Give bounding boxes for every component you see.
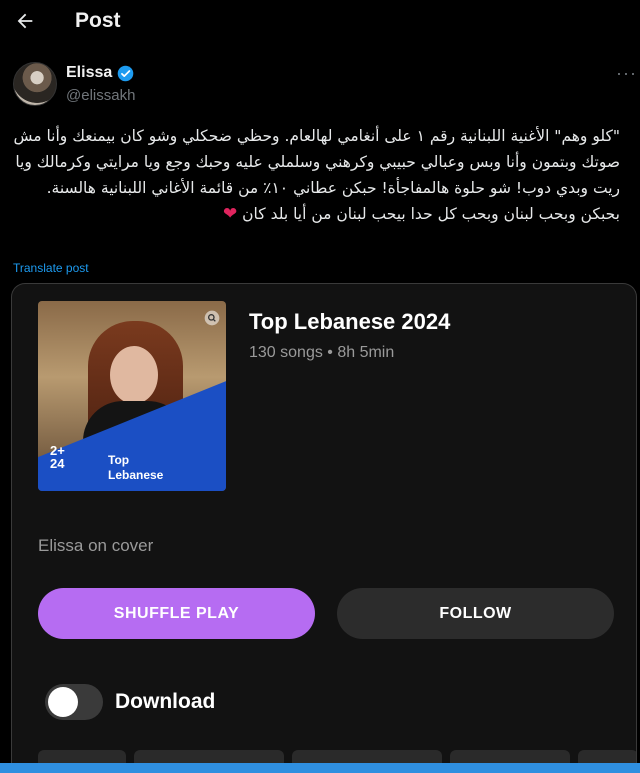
back-button[interactable] [10, 6, 40, 36]
page-title: Post [75, 9, 121, 32]
author-handle[interactable]: @elissakh [66, 87, 135, 104]
bottom-edge-bar [0, 763, 640, 773]
playlist-card[interactable]: 2+ 24 Top Lebanese Top Lebanese 2024 130… [11, 283, 637, 773]
playlist-title[interactable]: Top Lebanese 2024 [249, 309, 450, 335]
cover-badge-number: 2+ 24 [50, 443, 65, 471]
more-options-icon[interactable]: ··· [616, 63, 637, 84]
search-icon [204, 310, 220, 326]
cover-caption: Elissa on cover [38, 536, 154, 555]
playlist-cover-image[interactable]: 2+ 24 Top Lebanese [38, 301, 226, 491]
translate-post-link[interactable]: Translate post [13, 261, 89, 275]
heart-emoji: ❤ [222, 204, 238, 224]
post-body: "كلو وهم" الأغنية اللبنانية رقم ١ على أن… [13, 127, 620, 223]
download-label: Download [115, 690, 216, 713]
follow-button[interactable]: FOLLOW [337, 588, 614, 639]
verified-badge-icon [117, 65, 134, 82]
top-bar: Post [0, 0, 640, 44]
toggle-knob [48, 687, 78, 717]
post-text: "كلو وهم" الأغنية اللبنانية رقم ١ على أن… [10, 123, 620, 227]
author-name[interactable]: Elissa [66, 64, 112, 82]
download-toggle[interactable] [45, 684, 103, 720]
playlist-meta: 130 songs • 8h 5min [249, 344, 395, 361]
post-page: Post Elissa @elissakh ··· "كلو وهم" الأغ… [0, 0, 640, 773]
cover-badge-label: Top Lebanese [108, 453, 164, 482]
shuffle-play-button[interactable]: SHUFFLE PLAY [38, 588, 315, 639]
avatar[interactable] [13, 62, 57, 106]
arrow-left-icon [17, 13, 33, 29]
